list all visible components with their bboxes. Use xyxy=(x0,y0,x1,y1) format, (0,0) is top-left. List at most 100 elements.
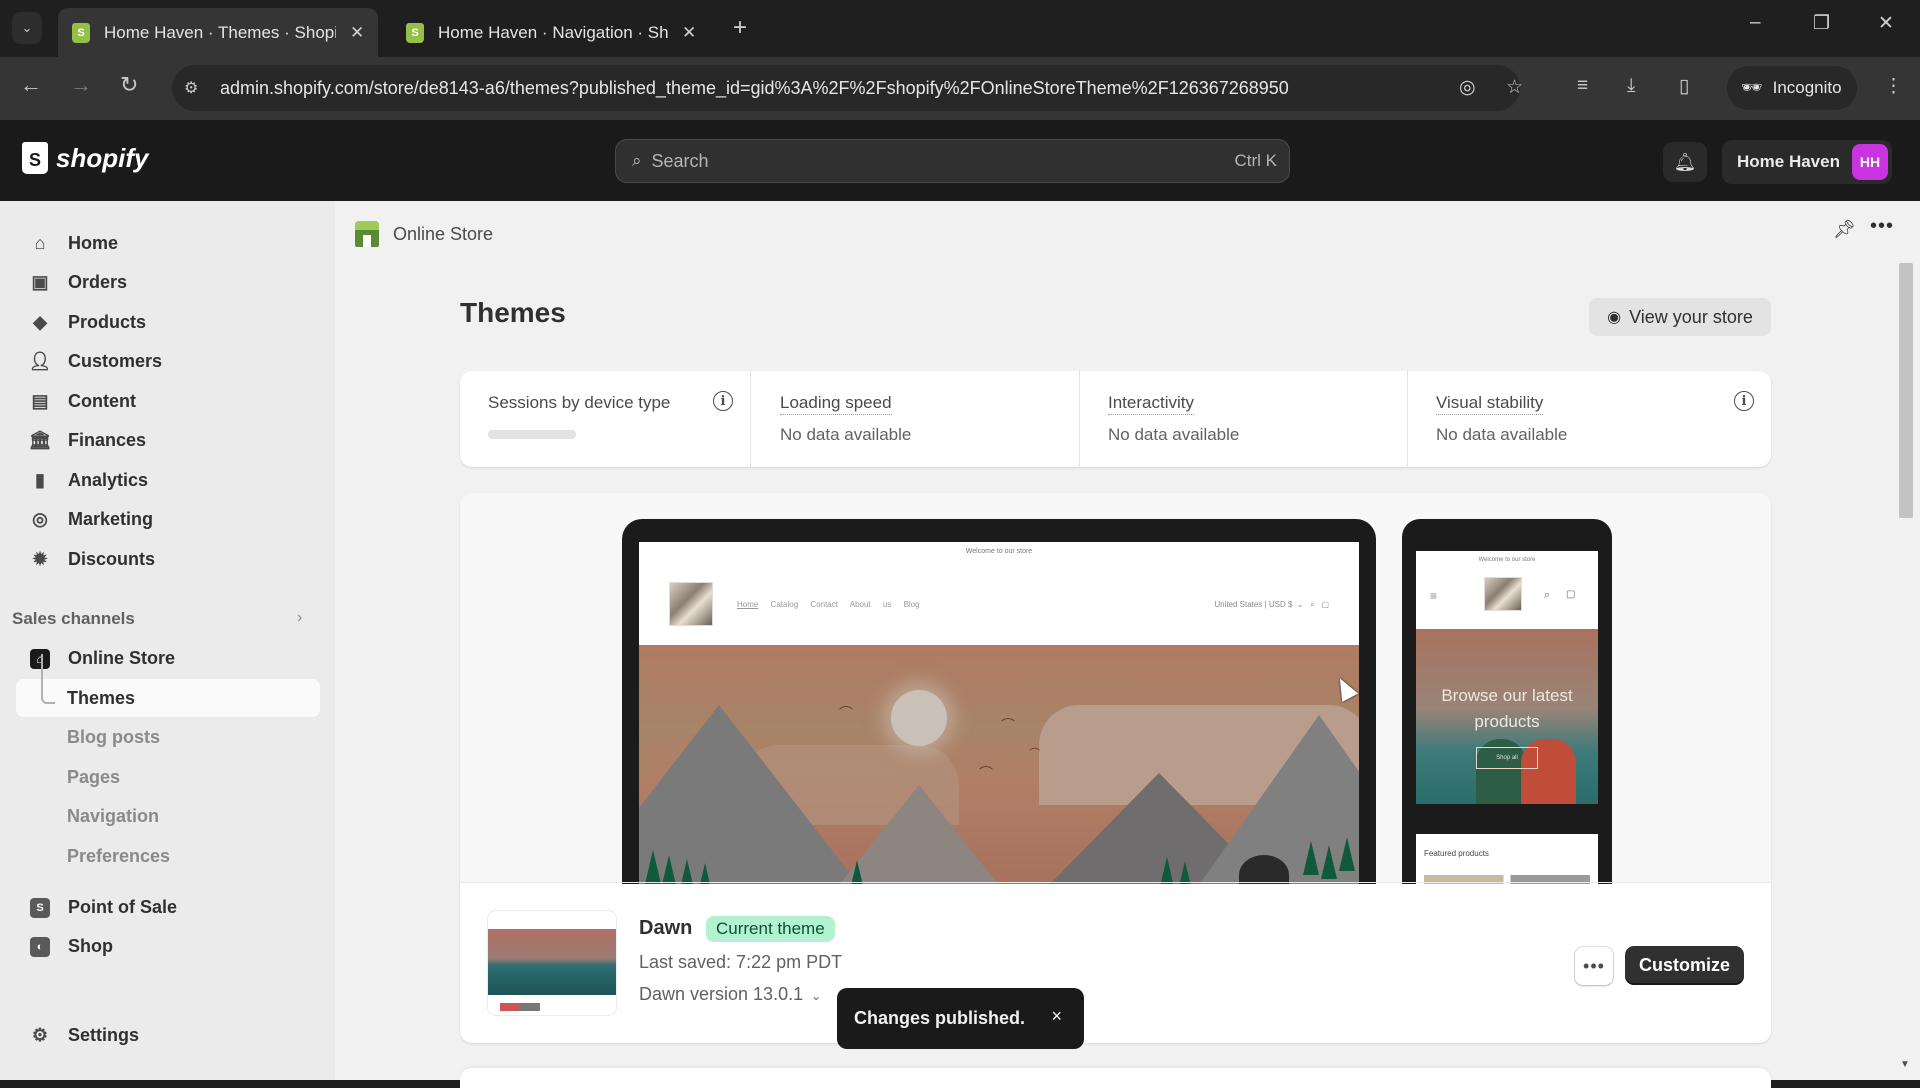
store-logo xyxy=(669,582,713,626)
notifications-button[interactable]: 🔔︎ xyxy=(1663,142,1707,182)
sidebar-item-content[interactable]: ▤ Content xyxy=(30,391,136,412)
info-icon[interactable]: i xyxy=(713,391,733,411)
theme-more-actions-button[interactable]: ••• xyxy=(1575,947,1613,985)
desktop-screen: Welcome to our store Home Catalog Contac… xyxy=(639,542,1359,884)
avatar: HH xyxy=(1852,144,1888,180)
theme-thumbnail[interactable] xyxy=(488,911,616,1015)
sidebar-item-home[interactable]: ⌂ Home xyxy=(30,233,118,254)
chevron-down-icon: ⌄ xyxy=(21,20,33,35)
more-actions-icon[interactable]: ••• xyxy=(1870,215,1894,238)
reload-button[interactable]: ↻ xyxy=(120,72,138,98)
new-tab-button[interactable]: + xyxy=(733,14,747,42)
content-icon: ▤ xyxy=(31,391,49,411)
forward-button[interactable]: → xyxy=(70,72,92,98)
theme-name: Dawn xyxy=(639,917,693,939)
url-text[interactable]: admin.shopify.com/store/de8143-a6/themes… xyxy=(220,78,1289,99)
sidebar-item-label: Content xyxy=(68,391,136,411)
search-input[interactable]: ⌕ Search Ctrl K xyxy=(615,139,1290,183)
sidebar-subitem-preferences[interactable]: Preferences xyxy=(67,846,170,867)
view-store-button[interactable]: ◉ View your store xyxy=(1589,298,1771,336)
download-icon[interactable]: ⤓ xyxy=(1627,75,1635,97)
tree xyxy=(697,863,713,884)
metric-label[interactable]: Interactivity xyxy=(1108,393,1194,415)
sidebar-subitem-themes[interactable]: Themes xyxy=(67,688,135,709)
tree xyxy=(1339,837,1355,871)
metric-label[interactable]: Loading speed xyxy=(780,393,892,415)
browser-tab-navigation[interactable]: S Home Haven · Navigation · Shopify ✕ xyxy=(392,8,710,57)
browser-menu-icon[interactable]: ⋮ xyxy=(1884,75,1903,98)
sidebar-item-orders[interactable]: ▣ Orders xyxy=(30,272,127,293)
close-window-button[interactable]: ✕ xyxy=(1878,12,1894,35)
media-control-icon[interactable]: ≡ xyxy=(1577,75,1588,97)
sidebar-item-label: Customers xyxy=(68,351,163,371)
metric-visual-stability: Visual stability No data available i xyxy=(1407,371,1771,467)
sidebar: ⌂ Home ▣ Orders ◆ Products 👤︎ Customers ▤ Con… xyxy=(0,201,335,1080)
info-icon[interactable]: i xyxy=(1734,391,1754,411)
shopify-bag-icon: S xyxy=(22,142,48,174)
close-icon[interactable]: × xyxy=(1051,1006,1062,1027)
site-settings-icon[interactable]: ⚙ xyxy=(184,78,208,98)
hero-heading: Browse our latest products xyxy=(1441,686,1573,731)
address-bar[interactable]: ⚙ admin.shopify.com/store/de8143-a6/them… xyxy=(172,65,1523,111)
hero-button: Shop all xyxy=(1476,747,1538,769)
sidebar-item-analytics[interactable]: ▮ Analytics xyxy=(30,470,148,491)
close-tab-icon[interactable]: ✕ xyxy=(350,23,364,43)
sidebar-item-label: Orders xyxy=(68,272,128,292)
announcement-bar: Welcome to our store xyxy=(965,548,1033,555)
sidebar-item-finances[interactable]: 🏛︎ Finances xyxy=(29,430,146,451)
pin-icon[interactable]: 📌︎ xyxy=(1833,219,1856,240)
bird: ⌒ xyxy=(1029,748,1040,760)
scrollbar-thumb[interactable] xyxy=(1899,263,1913,518)
restore-button[interactable]: ❐ xyxy=(1813,12,1830,35)
theme-info-row: Dawn Current theme Last saved: 7:22 pm P… xyxy=(460,882,1771,1043)
scroll-down-arrow-icon[interactable]: ▼ xyxy=(1900,1059,1910,1070)
dark-band xyxy=(1416,804,1598,834)
close-tab-icon[interactable]: ✕ xyxy=(682,23,696,43)
menu-item: Home xyxy=(737,600,759,609)
page-title: Themes xyxy=(460,297,566,328)
sidebar-item-products[interactable]: ◆ Products xyxy=(30,312,146,333)
incognito-indicator[interactable]: 🕶 Incognito xyxy=(1727,66,1857,110)
sidebar-item-settings[interactable]: ⚙ Settings xyxy=(30,1025,139,1046)
sidebar-item-customers[interactable]: 👤︎ Customers xyxy=(29,351,163,372)
bell-icon: 🔔︎ xyxy=(1673,151,1697,172)
metrics-card: Sessions by device type i Loading speed … xyxy=(460,371,1771,467)
thumbnail-hero xyxy=(488,929,616,995)
incognito-label: Incognito xyxy=(1772,78,1842,97)
metric-value: No data available xyxy=(1436,425,1568,444)
sidebar-subitem-navigation[interactable]: Navigation xyxy=(67,806,159,827)
chevron-right-icon[interactable]: › xyxy=(297,609,302,627)
bird: ⌒ xyxy=(979,765,993,781)
bookmark-star-icon[interactable]: ☆ xyxy=(1506,76,1523,99)
minimize-button[interactable]: – xyxy=(1750,12,1761,34)
sidebar-item-discounts[interactable]: ✹ Discounts xyxy=(30,549,155,570)
eye-off-icon[interactable]: ◎ xyxy=(1459,76,1476,99)
sidebar-subitem-pages[interactable]: Pages xyxy=(67,767,120,788)
metric-label[interactable]: Visual stability xyxy=(1436,393,1544,415)
tab-search-button[interactable]: ⌄ xyxy=(12,12,42,44)
shop-icon: ◐ xyxy=(30,936,50,957)
menu-item: Contact xyxy=(810,600,838,609)
side-panel-icon[interactable]: ▯ xyxy=(1679,75,1689,98)
theme-preview-area[interactable]: Welcome to our store Home Catalog Contac… xyxy=(460,493,1771,884)
tab-title: Home Haven · Navigation · Shopify xyxy=(438,22,668,42)
sales-channels-heading[interactable]: Sales channels xyxy=(12,609,135,629)
theme-version-toggle[interactable]: Dawn version 13.0.1 ⌄ xyxy=(639,984,821,1005)
back-button[interactable]: ← xyxy=(20,72,42,98)
sidebar-item-point-of-sale[interactable]: S Point of Sale xyxy=(30,897,177,918)
shopify-favicon-icon: S xyxy=(72,22,90,43)
gear-icon: ⚙ xyxy=(31,1025,49,1045)
sidebar-item-marketing[interactable]: ◎ Marketing xyxy=(30,509,153,530)
last-saved-text: Last saved: 7:22 pm PDT xyxy=(639,952,843,972)
browser-tab-themes[interactable]: S Home Haven · Themes · Shopify ✕ xyxy=(58,8,379,57)
customize-button[interactable]: Customize xyxy=(1625,946,1744,985)
sidebar-subitem-blog-posts[interactable]: Blog posts xyxy=(67,727,160,748)
tag-icon: ◆ xyxy=(33,312,47,332)
cart-icon: ▢ xyxy=(1566,589,1576,600)
metric-value: No data available xyxy=(780,425,912,444)
shopify-logo[interactable]: Sshopify xyxy=(22,142,148,174)
sidebar-item-shop[interactable]: ◐ Shop xyxy=(30,936,113,957)
desktop-header-right: United States | USD $ ⌄ ⌕ ▢ xyxy=(1214,600,1329,609)
store-menu-button[interactable]: Home Haven HH xyxy=(1722,140,1892,184)
admin-page: ⌂ Home ▣ Orders ◆ Products 👤︎ Customers ▤ Con… xyxy=(0,201,1920,1088)
